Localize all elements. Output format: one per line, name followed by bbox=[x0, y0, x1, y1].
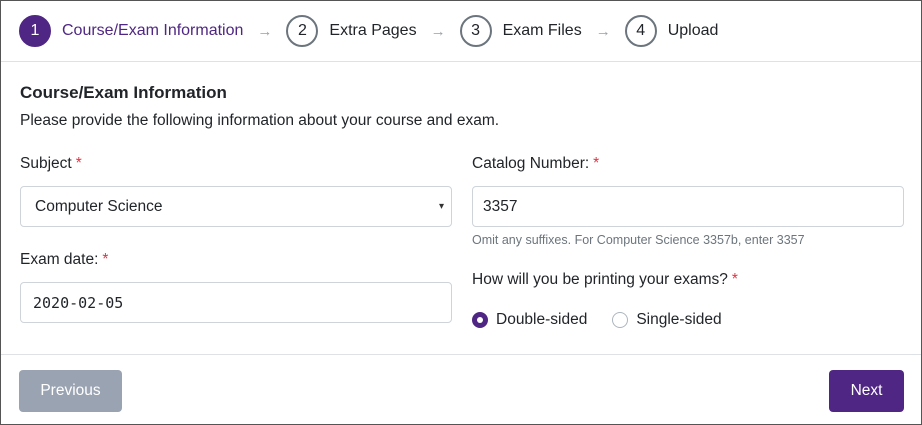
required-marker: * bbox=[102, 251, 109, 268]
radio-button-checked[interactable] bbox=[472, 312, 488, 328]
arrow-right-icon: → bbox=[430, 22, 446, 40]
subject-label-text: Subject bbox=[20, 155, 72, 172]
radio-single-sided[interactable]: Single-sided bbox=[612, 311, 722, 329]
section-description: Please provide the following information… bbox=[20, 112, 500, 129]
chevron-down-icon: ▾ bbox=[438, 201, 444, 212]
catalog-number-help: Omit any suffixes. For Computer Science … bbox=[472, 233, 805, 247]
wizard-footer: Previous Next bbox=[1, 354, 921, 424]
step-exam-files[interactable]: 3 Exam Files bbox=[459, 15, 582, 47]
step-label: Exam Files bbox=[502, 22, 582, 39]
radio-double-sided[interactable]: Double-sided bbox=[472, 311, 587, 329]
subject-label: Subject * bbox=[20, 155, 82, 173]
wizard-stepper: 1 Course/Exam Information → 2 Extra Page… bbox=[1, 1, 921, 62]
previous-button[interactable]: Previous bbox=[19, 370, 122, 412]
radio-label[interactable]: Single-sided bbox=[636, 311, 721, 329]
subject-select[interactable]: Computer Science ▾ bbox=[20, 186, 452, 227]
required-marker: * bbox=[593, 155, 600, 172]
catalog-number-value: 3357 bbox=[483, 197, 518, 215]
catalog-number-input[interactable]: 3357 bbox=[472, 186, 904, 227]
printing-label: How will you be printing your exams? * bbox=[472, 271, 738, 289]
arrow-right-icon: → bbox=[257, 22, 273, 40]
arrow-right-icon: → bbox=[595, 22, 611, 40]
step-label: Extra Pages bbox=[329, 22, 417, 39]
step-number: 2 bbox=[286, 15, 319, 47]
step-number: 3 bbox=[459, 15, 492, 47]
exam-date-value: 2020-02-05 bbox=[33, 293, 124, 312]
radio-label[interactable]: Double-sided bbox=[496, 311, 587, 329]
printing-radio-group: Double-sided Single-sided bbox=[472, 311, 747, 329]
step-course-exam-information[interactable]: 1 Course/Exam Information bbox=[19, 15, 243, 47]
step-number: 4 bbox=[624, 15, 657, 47]
step-upload[interactable]: 4 Upload bbox=[624, 15, 719, 47]
printing-label-text: How will you be printing your exams? bbox=[472, 271, 728, 288]
required-marker: * bbox=[75, 155, 82, 172]
step-label: Upload bbox=[667, 22, 719, 39]
catalog-number-label: Catalog Number: * bbox=[472, 155, 599, 173]
step-number: 1 bbox=[19, 15, 51, 47]
exam-date-label: Exam date: * bbox=[20, 251, 108, 269]
section-title: Course/Exam Information bbox=[20, 83, 227, 102]
subject-select-value: Computer Science bbox=[35, 197, 163, 215]
step-label: Course/Exam Information bbox=[62, 22, 244, 39]
required-marker: * bbox=[731, 271, 738, 288]
next-button[interactable]: Next bbox=[829, 370, 904, 412]
exam-upload-wizard: 1 Course/Exam Information → 2 Extra Page… bbox=[0, 0, 922, 425]
exam-date-input[interactable]: 2020-02-05 bbox=[20, 282, 452, 323]
radio-button-unchecked[interactable] bbox=[612, 312, 629, 328]
exam-date-label-text: Exam date: bbox=[20, 251, 99, 268]
catalog-number-label-text: Catalog Number: bbox=[472, 155, 590, 172]
step-extra-pages[interactable]: 2 Extra Pages bbox=[286, 15, 417, 47]
